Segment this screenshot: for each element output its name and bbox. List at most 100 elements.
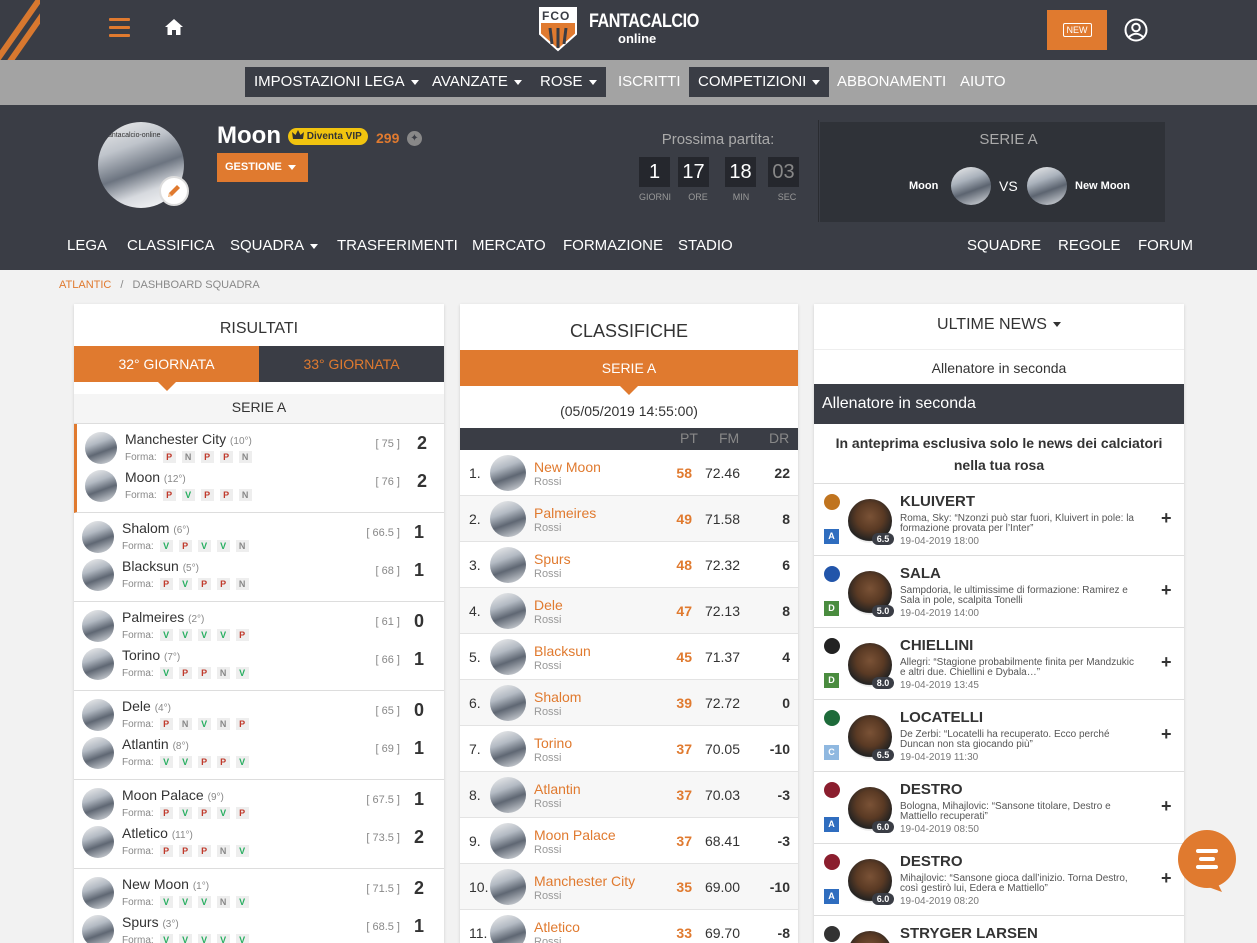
nav-squadre[interactable]: SQUADRE — [967, 237, 1041, 254]
standings-row[interactable]: 8. Atlantin Rossi 37 70.03 -3 — [460, 772, 798, 818]
standings-team-name[interactable]: Atlantin — [534, 781, 581, 797]
standings-team-name[interactable]: Atletico — [534, 919, 580, 935]
match-card[interactable]: Moon Palace (9°) Forma: P V P V P[ 67.5 ] 1 Atle… — [74, 780, 444, 869]
tab-33-giornata[interactable]: 33° GIORNATA — [259, 346, 444, 382]
new-button[interactable]: NEW — [1047, 10, 1107, 50]
form-badge: N — [178, 718, 192, 730]
news-headline[interactable]: Mihajlovic: “Sansone gioca dall’inizio. … — [900, 874, 1140, 894]
team-logo — [85, 470, 117, 502]
menu-rose[interactable]: ROSE — [531, 67, 606, 97]
standings-team-name[interactable]: Palmeires — [534, 505, 596, 521]
team-goals: 1 — [414, 522, 425, 542]
match-card[interactable]: Manchester City (10°) Forma: P N P P N[ 75 ] 2 M… — [74, 424, 444, 513]
news-item[interactable]: A 6.0 DESTRO Bologna, Mihajlovic: “Sansone … — [814, 772, 1184, 844]
standings-team-name[interactable]: Manchester City — [534, 873, 635, 889]
standings-team-name[interactable]: New Moon — [534, 459, 601, 475]
news-player-name[interactable]: DESTRO — [900, 781, 963, 798]
standings-row[interactable]: 4. Dele Rossi 47 72.13 8 — [460, 588, 798, 634]
standings-row[interactable]: 10. Manchester City Rossi 35 69.00 -10 — [460, 864, 798, 910]
nav-stadio[interactable]: STADIO — [678, 237, 733, 254]
standings-row[interactable]: 6. Shalom Rossi 39 72.72 0 — [460, 680, 798, 726]
menu-icon[interactable] — [109, 18, 130, 38]
menu-abbonamenti[interactable]: ABBONAMENTI — [828, 67, 955, 97]
form-label: Forma: — [122, 719, 154, 730]
nav-forum[interactable]: FORUM — [1138, 237, 1193, 254]
news-player-name[interactable]: SALA — [900, 565, 941, 582]
match-card[interactable]: Shalom (6°) Forma: V P V V N[ 66.5 ] 1 Blacksun … — [74, 513, 444, 602]
expand-plus-icon[interactable]: + — [1161, 868, 1172, 889]
news-item[interactable]: C 6.5 LOCATELLI De Zerbi: “Locatelli ha rec… — [814, 700, 1184, 772]
menu-competizioni[interactable]: COMPETIZIONI — [689, 67, 830, 97]
expand-plus-icon[interactable]: + — [1161, 652, 1172, 673]
menu-aiuto[interactable]: AIUTO — [951, 67, 1015, 97]
standings-team-name[interactable]: Dele — [534, 597, 563, 613]
home-icon[interactable] — [164, 18, 184, 38]
standings-row[interactable]: 1. New Moon Rossi 58 72.46 22 — [460, 450, 798, 496]
user-account-icon[interactable] — [1124, 18, 1148, 42]
chat-button[interactable] — [1178, 830, 1236, 892]
standings-row[interactable]: 11. Atletico Rossi 33 69.70 -8 — [460, 910, 798, 943]
news-item[interactable]: STRYGER LARSEN+ — [814, 916, 1184, 943]
news-title-dropdown[interactable]: ULTIME NEWS — [814, 316, 1184, 334]
expand-plus-icon[interactable]: + — [1161, 796, 1172, 817]
gestione-dropdown[interactable]: GESTIONE — [217, 153, 308, 182]
expand-plus-icon[interactable]: + — [1161, 724, 1172, 745]
expand-plus-icon[interactable]: + — [1161, 508, 1172, 529]
news-item[interactable]: A 6.0 DESTRO Mihajlovic: “Sansone gioca dal… — [814, 844, 1184, 916]
news-filter[interactable]: Allenatore in seconda — [814, 349, 1184, 385]
news-headline[interactable]: Roma, Sky: “Nzonzi può star fuori, Kluiv… — [900, 514, 1140, 534]
form-badge: N — [235, 540, 249, 552]
form-badge: V — [216, 807, 230, 819]
breadcrumb-link[interactable]: ATLANTIC — [59, 279, 111, 291]
news-player-name[interactable]: DESTRO — [900, 853, 963, 870]
tab-32-giornata[interactable]: 32° GIORNATA — [74, 346, 259, 382]
news-player-name[interactable]: LOCATELLI — [900, 709, 983, 726]
news-headline[interactable]: Sampdoria, le ultimissime di formazione:… — [900, 586, 1140, 606]
standings-row[interactable]: 9. Moon Palace Rossi 37 68.41 -3 — [460, 818, 798, 864]
nav-formazione[interactable]: FORMAZIONE — [563, 237, 663, 254]
match-card[interactable]: New Moon (1°) Forma: V V V N V[ 71.5 ] 2 Spurs (… — [74, 869, 444, 943]
menu-iscritti[interactable]: ISCRITTI — [609, 67, 690, 97]
standings-row[interactable]: 7. Torino Rossi 37 70.05 -10 — [460, 726, 798, 772]
form-badge: P — [159, 718, 173, 730]
nav-trasferimenti[interactable]: TRASFERIMENTI — [337, 237, 458, 254]
menu-label: IMPOSTAZIONI LEGA — [254, 73, 405, 90]
standings-row[interactable]: 5. Blacksun Rossi 45 71.37 4 — [460, 634, 798, 680]
match-card[interactable]: Dele (4°) Forma: P N V N P[ 65 ] 0 Atlantin (8°)… — [74, 691, 444, 780]
edit-avatar-button[interactable] — [159, 176, 189, 206]
nav-lega[interactable]: LEGA — [67, 237, 107, 254]
expand-plus-icon[interactable]: + — [1161, 580, 1172, 601]
standings-row[interactable]: 3. Spurs Rossi 48 72.32 6 — [460, 542, 798, 588]
news-item[interactable]: D 5.0 SALA Sampdoria, le ultimissime di for… — [814, 556, 1184, 628]
site-logo[interactable]: FCO FANTACALCIO online — [538, 6, 699, 54]
form-badge: P — [235, 718, 249, 730]
news-headline[interactable]: Bologna, Mihajlovic: “Sansone titolare, … — [900, 802, 1140, 822]
tab-serie-a[interactable]: SERIE A — [460, 350, 798, 386]
news-headline[interactable]: Allegri: “Stagione probabilmente finita … — [900, 658, 1140, 678]
news-item[interactable]: D 8.0 CHIELLINI Allegri: “Stagione probabil… — [814, 628, 1184, 700]
standings-team-name[interactable]: Moon Palace — [534, 827, 616, 843]
news-player-name[interactable]: CHIELLINI — [900, 637, 973, 654]
news-item[interactable]: A 6.5 KLUIVERT Roma, Sky: “Nzonzi può star … — [814, 484, 1184, 556]
standings-row[interactable]: 2. Palmeires Rossi 49 71.58 8 — [460, 496, 798, 542]
standings-team-name[interactable]: Shalom — [534, 689, 581, 705]
standings-team-name[interactable]: Spurs — [534, 551, 571, 567]
menu-avanzate[interactable]: AVANZATE — [423, 67, 531, 97]
nav-regole[interactable]: REGOLE — [1058, 237, 1121, 254]
standings-team-name[interactable]: Blacksun — [534, 643, 591, 659]
vip-badge[interactable]: Diventa VIP — [288, 128, 368, 145]
menu-impostazioni-lega[interactable]: IMPOSTAZIONI LEGA — [245, 67, 428, 97]
menu-label: ROSE — [540, 73, 583, 90]
nav-classifica[interactable]: CLASSIFICA — [127, 237, 215, 254]
standings-avg-fm: 71.58 — [704, 511, 740, 527]
news-player-name[interactable]: KLUIVERT — [900, 493, 975, 510]
nav-squadra[interactable]: SQUADRA — [230, 237, 319, 254]
standings-goal-diff: -8 — [777, 925, 790, 941]
news-headline[interactable]: De Zerbi: “Locatelli ha recuperato. Ecco… — [900, 730, 1140, 750]
nav-mercato[interactable]: MERCATO — [472, 237, 546, 254]
match-card[interactable]: Palmeires (2°) Forma: V V V V P[ 61 ] 0 Torino (… — [74, 602, 444, 691]
player-vote-badge: 5.0 — [872, 605, 894, 617]
news-player-name[interactable]: STRYGER LARSEN — [900, 925, 1038, 942]
news-date: 19-04-2019 18:00 — [900, 536, 979, 547]
standings-team-name[interactable]: Torino — [534, 735, 572, 751]
